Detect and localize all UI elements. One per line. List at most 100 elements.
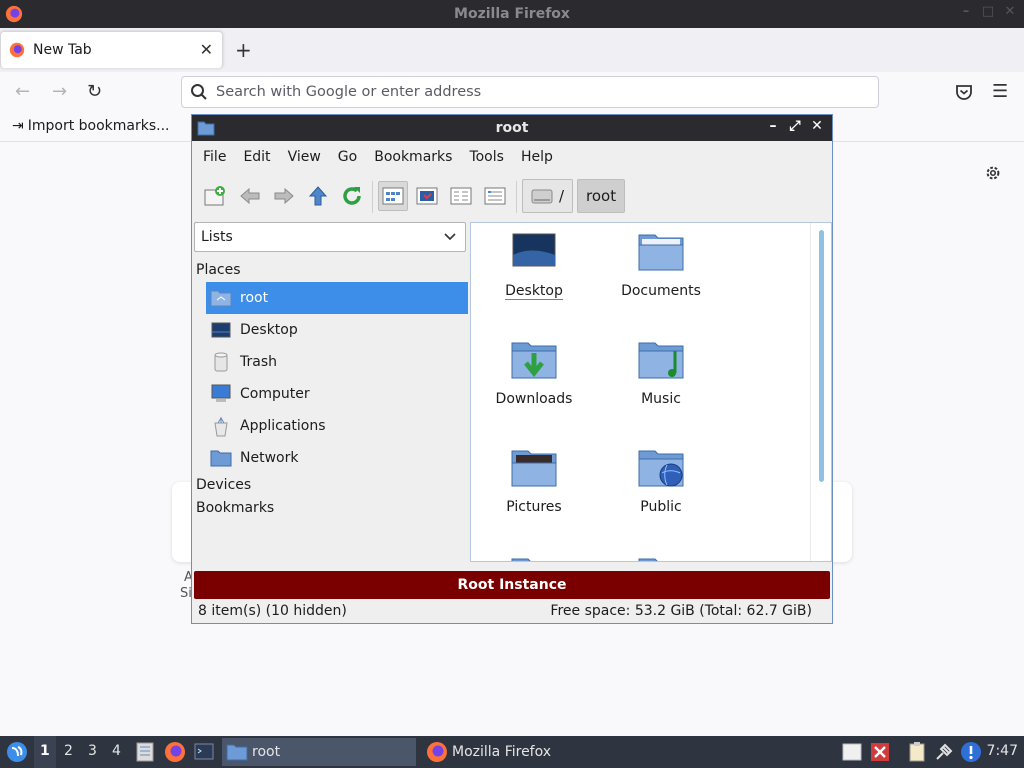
fm-minimize-icon[interactable]: – [764,118,782,134]
applications-icon [214,417,228,437]
firefox-logo-icon [5,5,23,23]
side-pane-mode-label: Lists [201,229,233,245]
side-pane-mode-select[interactable]: Lists [194,222,466,252]
places-header[interactable]: Places [196,262,241,278]
place-item-network[interactable]: Network [206,442,468,474]
back-icon[interactable]: ← [15,81,30,102]
devices-header[interactable]: Devices [196,477,251,493]
menu-tools[interactable]: Tools [469,149,516,165]
pocket-icon[interactable] [955,83,973,101]
status-free-space: Free space: 53.2 GiB (Total: 62.7 GiB) [550,603,812,619]
show-desktop-icon[interactable] [841,741,863,763]
reload-icon[interactable]: ↻ [87,81,102,102]
trash-icon [214,352,228,372]
file-item-pictures[interactable]: Pictures [474,447,594,515]
fm-maximize-icon[interactable]: ⤢ [786,118,804,134]
vertical-scrollbar[interactable] [819,230,824,482]
task-root[interactable]: root [222,738,416,766]
file-item-desktop[interactable]: Desktop [474,231,594,300]
close-tab-icon[interactable]: ✕ [200,40,213,59]
place-label-network: Network [240,450,299,466]
menu-go[interactable]: Go [338,149,369,165]
file-item-documents[interactable]: Documents [601,231,721,299]
forward-button[interactable] [269,181,299,211]
file-item-downloads[interactable]: Downloads [474,339,594,407]
file-item-music[interactable]: Music [601,339,721,407]
desktop-3-button[interactable]: 3 [88,743,97,759]
tab-new-tab[interactable]: New Tab ✕ [0,31,223,68]
home-folder-icon [210,290,232,307]
task-firefox[interactable]: Mozilla Firefox [422,738,612,766]
fm-close-icon[interactable]: ✕ [808,118,826,134]
drive-icon [531,189,553,204]
file-manager-launcher-icon[interactable] [134,741,156,763]
terminal-launcher-icon[interactable] [193,741,215,763]
x-red-icon[interactable] [869,741,891,763]
folder-icon [226,744,248,761]
desktop-icon [211,322,231,338]
file-item-public[interactable]: Public [601,447,721,515]
network-folder-icon [210,450,232,467]
root-instance-label: Root Instance [457,577,567,593]
desktop-2-button[interactable]: 2 [64,743,73,759]
tab-label: New Tab [33,42,92,58]
pictures-folder-icon [511,450,557,487]
menu-bookmarks[interactable]: Bookmarks [374,149,464,165]
detailed-view-icon [484,187,506,205]
fm-menubar: File Edit View Go Bookmarks Tools Help [192,141,832,173]
url-bar[interactable]: Search with Google or enter address [181,76,879,108]
forward-icon[interactable]: → [52,81,67,102]
downloads-folder-icon [511,342,557,379]
path-current-label: root [586,187,617,205]
firefox-launcher-icon[interactable] [164,741,186,763]
fm-titlebar: root – ⤢ ✕ [192,115,832,141]
maximize-icon[interactable]: □ [980,4,996,19]
place-item-trash[interactable]: Trash [206,346,468,378]
desktop-1-button[interactable]: 1 [40,743,50,759]
firefox-icon [427,742,447,762]
new-tab-button[interactable] [200,181,230,211]
thumbnail-view-button[interactable] [412,181,442,211]
new-tab-icon[interactable]: + [235,38,252,62]
menu-view[interactable]: View [288,149,333,165]
path-root-button[interactable]: / [522,179,574,213]
up-button[interactable] [303,181,333,211]
menu-file[interactable]: File [203,149,238,165]
public-folder-icon [638,450,684,487]
partial-folder-icon [511,558,531,561]
bookmarks-header[interactable]: Bookmarks [196,500,274,516]
thumbnail-view-icon [416,187,438,205]
reload-icon [343,187,361,205]
place-item-root[interactable]: root [206,282,468,314]
place-item-desktop[interactable]: Desktop [206,314,468,346]
network-plug-icon[interactable] [933,741,955,763]
fm-title: root [495,120,529,136]
clock[interactable]: 7:47 [987,743,1018,759]
icon-view-button[interactable] [378,181,408,211]
path-current-button[interactable]: root [577,179,626,213]
file-icon-view[interactable]: Desktop Documents Downloads Music Pictur… [470,222,832,562]
status-bar: 8 item(s) (10 hidden) Free space: 53.2 G… [192,601,832,623]
menu-edit[interactable]: Edit [243,149,282,165]
file-label-music: Music [641,391,681,407]
compact-view-button[interactable] [446,181,476,211]
import-bookmarks-button[interactable]: ⇥ Import bookmarks... [12,118,170,134]
desktop-4-button[interactable]: 4 [112,743,121,759]
close-icon[interactable]: ✕ [1002,4,1018,19]
folder-icon [197,121,215,136]
place-label-desktop: Desktop [240,322,298,338]
gear-icon[interactable] [984,164,1002,182]
taskbar: 1 2 3 4 root Mozilla Firefox 7:47 [0,736,1024,768]
firefox-tab-icon [9,42,25,58]
menu-help[interactable]: Help [521,149,565,165]
menu-icon[interactable]: ☰ [992,81,1008,102]
detailed-view-button[interactable] [480,181,510,211]
back-button[interactable] [235,181,265,211]
place-item-computer[interactable]: Computer [206,378,468,410]
clipboard-icon[interactable] [906,741,928,763]
minimize-icon[interactable]: – [958,4,974,19]
start-menu-icon[interactable] [5,740,29,764]
reload-button[interactable] [337,181,367,211]
notification-icon[interactable] [960,741,982,763]
place-item-applications[interactable]: Applications [206,410,468,442]
